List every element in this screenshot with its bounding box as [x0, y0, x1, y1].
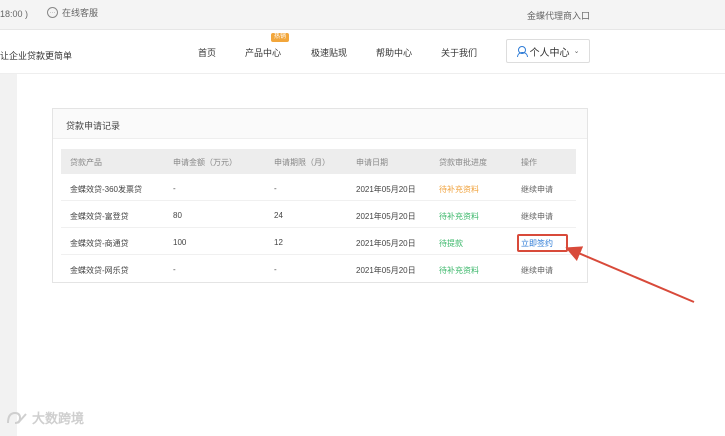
amount-cell: - — [173, 184, 176, 193]
online-service-link[interactable]: ··· 在线客服 — [47, 6, 98, 19]
sign-now-link[interactable]: 立即签约 — [521, 238, 553, 249]
nav-item-discount[interactable]: 极速贴现 — [311, 46, 347, 59]
date-cell: 2021年05月20日 — [356, 185, 416, 194]
term-cell: - — [274, 184, 277, 193]
table-row: 金蝶效贷-商通贷 100 12 2021年05月20日 待提款 立即签约 — [61, 229, 576, 255]
service-hours: 18:00 ) — [0, 9, 29, 19]
nav-item-help[interactable]: 帮助中心 — [376, 46, 412, 59]
user-center-dropdown[interactable]: 个人中心 ⌄ — [506, 39, 590, 63]
status-cell: 待补充资料 — [439, 212, 479, 221]
product-cell: 金蝶效贷-网乐贷 — [70, 266, 129, 275]
main-navbar: 让企业贷款更简单 首页 产品中心 热销 极速贴现 帮助中心 关于我们 个人中心 … — [0, 30, 725, 74]
watermark-logo: 大数跨境 — [6, 408, 84, 427]
chat-bubble-icon: ··· — [47, 7, 58, 18]
continue-apply-link[interactable]: 继续申请 — [521, 184, 553, 195]
loan-records-panel: 贷款申请记录 贷款产品 申请金额（万元） 申请期限（月） 申请日期 贷款审批进度… — [52, 108, 588, 283]
amount-cell: 80 — [173, 211, 182, 220]
continue-apply-link[interactable]: 继续申请 — [521, 211, 553, 222]
date-cell: 2021年05月20日 — [356, 212, 416, 221]
nav-item-products[interactable]: 产品中心 — [245, 46, 281, 59]
column-header: 操作 — [521, 158, 537, 167]
table-row: 金蝶效贷-网乐贷 - - 2021年05月20日 待补充资料 继续申请 — [61, 256, 576, 282]
column-header: 申请期限（月） — [274, 158, 330, 167]
term-cell: 12 — [274, 238, 283, 247]
site-slogan: 让企业贷款更简单 — [0, 51, 73, 61]
table-row: 金蝶效贷-富登贷 80 24 2021年05月20日 待补充资料 继续申请 — [61, 202, 576, 228]
online-service-label: 在线客服 — [62, 8, 99, 18]
panel-header: 贷款申请记录 — [53, 109, 587, 139]
nav-item-about[interactable]: 关于我们 — [441, 46, 477, 59]
chevron-down-icon: ⌄ — [573, 48, 580, 55]
table-header: 贷款产品 申请金额（万元） 申请期限（月） 申请日期 贷款审批进度 操作 — [61, 149, 576, 174]
column-header: 申请金额（万元） — [173, 158, 237, 167]
column-header: 贷款产品 — [70, 158, 102, 167]
watermark-text: 大数跨境 — [32, 411, 85, 426]
status-cell: 待补充资料 — [439, 185, 479, 194]
amount-cell: - — [173, 265, 176, 274]
product-cell: 金蝶效贷-富登贷 — [70, 212, 129, 221]
product-cell: 金蝶效贷-商通贷 — [70, 239, 129, 248]
table-row: 金蝶效贷-360发票贷 - - 2021年05月20日 待补充资料 继续申请 — [61, 175, 576, 201]
panel-title: 贷款申请记录 — [66, 121, 121, 131]
column-header: 贷款审批进度 — [439, 158, 487, 167]
status-cell: 待提款 — [439, 239, 463, 248]
term-cell: 24 — [274, 211, 283, 220]
amount-cell: 100 — [173, 238, 187, 247]
nav-item-home[interactable]: 首页 — [198, 46, 216, 59]
sidebar-strip — [0, 74, 17, 436]
date-cell: 2021年05月20日 — [356, 239, 416, 248]
continue-apply-link[interactable]: 继续申请 — [521, 265, 553, 276]
date-cell: 2021年05月20日 — [356, 266, 416, 275]
product-cell: 金蝶效贷-360发票贷 — [70, 185, 143, 194]
user-center-label: 个人中心 — [529, 47, 570, 59]
top-utility-bar: 18:00 ) ··· 在线客服 金蝶代理商入口 — [0, 0, 725, 30]
hot-badge: 热销 — [271, 33, 290, 42]
status-cell: 待补充资料 — [439, 266, 479, 275]
term-cell: - — [274, 265, 277, 274]
watermark-icon — [7, 411, 27, 424]
column-header: 申请日期 — [356, 158, 388, 167]
agent-entry-link[interactable]: 金蝶代理商入口 — [527, 9, 590, 22]
user-icon — [516, 45, 528, 57]
